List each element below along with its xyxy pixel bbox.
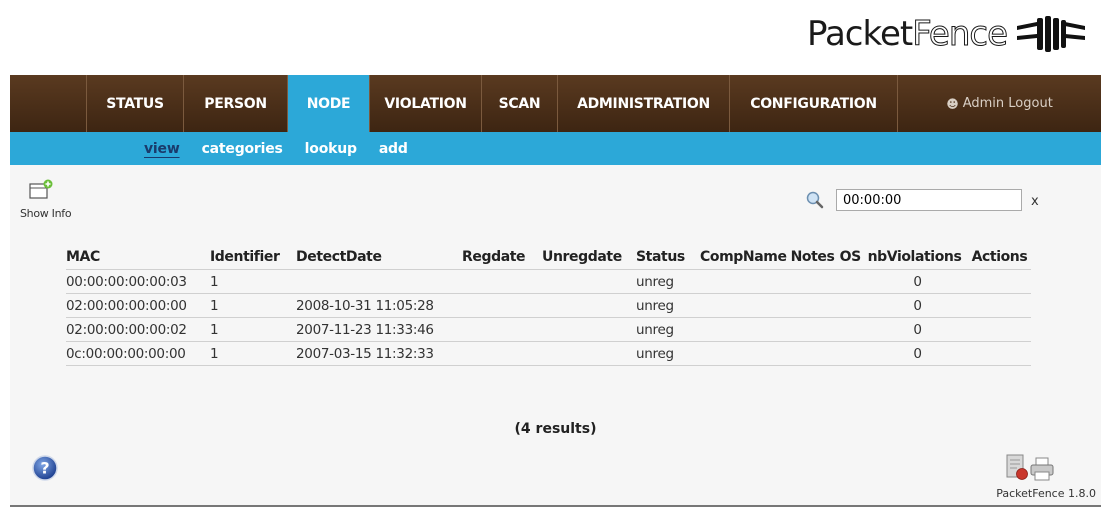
column-header-mac[interactable]: MAC: [66, 245, 210, 270]
cell-regdate: [462, 293, 542, 318]
subnav-lookup[interactable]: lookup: [305, 141, 357, 157]
main-nav: STATUS PERSON NODE VIOLATION SCAN ADMINI…: [10, 75, 1101, 132]
cell-identifier: 1: [210, 293, 296, 318]
table-row[interactable]: 00:00:00:00:00:03 1 unreg 0: [66, 269, 1032, 294]
cell-identifier: 1: [210, 317, 296, 342]
nav-node[interactable]: NODE: [288, 75, 370, 132]
column-header-identifier[interactable]: Identifier: [210, 245, 296, 270]
results-count: (4 results): [514, 421, 597, 437]
column-header-regdate[interactable]: Regdate: [462, 245, 542, 270]
cell-regdate: [462, 341, 542, 366]
cell-unregdate: [542, 317, 636, 342]
user-icon: ☻: [946, 96, 959, 111]
cell-unregdate: [542, 293, 636, 318]
cell-nbviolations: 0: [867, 317, 972, 342]
logo-text-bold: Packet: [806, 14, 913, 54]
cell-identifier: 1: [210, 341, 296, 366]
cell-detectdate: 2007-11-23 11:33:46: [296, 317, 462, 342]
cell-detectdate: [296, 269, 462, 294]
column-header-os[interactable]: OS: [840, 245, 868, 270]
svg-text:?: ?: [40, 459, 49, 478]
admin-logout-link[interactable]: ☻ Admin Logout: [898, 75, 1101, 132]
sub-nav: view categories lookup add: [10, 132, 1101, 165]
cell-regdate: [462, 317, 542, 342]
table-header-row: MAC Identifier DetectDate Regdate Unregd…: [66, 245, 1031, 270]
cell-nbviolations: 0: [867, 341, 972, 366]
content-panel: Show Info x MAC Identifier DetectDate Re…: [10, 165, 1101, 507]
column-header-nbviolations[interactable]: nbViolations: [868, 245, 972, 270]
search-input[interactable]: [836, 189, 1022, 211]
cell-notes: [790, 293, 840, 318]
cell-unregdate: [542, 341, 636, 366]
cell-nbviolations: 0: [867, 293, 972, 318]
table-row[interactable]: 02:00:00:00:00:00 1 2008-10-31 11:05:28 …: [66, 293, 1032, 318]
cell-mac[interactable]: 0c:00:00:00:00:00: [66, 341, 210, 366]
subnav-categories[interactable]: categories: [202, 141, 283, 157]
nav-configuration[interactable]: CONFIGURATION: [730, 75, 898, 132]
help-icon[interactable]: ?: [32, 455, 58, 481]
cell-actions: [971, 317, 1032, 342]
cell-detectdate: 2007-03-15 11:32:33: [296, 341, 462, 366]
cell-os: [839, 341, 868, 366]
cell-actions: [971, 341, 1032, 366]
nav-spacer: [10, 75, 87, 132]
column-header-actions[interactable]: Actions: [972, 245, 1032, 270]
cell-compname: [700, 269, 791, 294]
footer-icons: [1005, 453, 1055, 481]
logo-mark-icon: [1017, 16, 1085, 52]
nav-violation[interactable]: VIOLATION: [370, 75, 482, 132]
cell-nbviolations: 0: [867, 269, 972, 294]
cell-os: [839, 269, 868, 294]
cell-os: [839, 293, 868, 318]
packetfence-logo: PacketFence: [807, 6, 1087, 62]
logo-text-light: Fence: [912, 14, 1009, 55]
export-icon[interactable]: [1005, 453, 1029, 481]
cell-mac[interactable]: 02:00:00:00:00:00: [66, 293, 210, 318]
nav-scan[interactable]: SCAN: [482, 75, 558, 132]
nav-administration[interactable]: ADMINISTRATION: [558, 75, 730, 132]
cell-compname: [700, 293, 791, 318]
cell-compname: [700, 341, 791, 366]
cell-unregdate: [542, 269, 636, 294]
cell-status: unreg: [636, 293, 700, 318]
version-label: PacketFence 1.8.0: [996, 487, 1096, 500]
admin-logout-label: Admin Logout: [962, 96, 1053, 111]
column-header-status[interactable]: Status: [636, 245, 700, 270]
subnav-view[interactable]: view: [144, 141, 180, 157]
nav-status[interactable]: STATUS: [87, 75, 184, 132]
show-info-button[interactable]: Show Info: [20, 179, 90, 220]
cell-actions: [971, 293, 1032, 318]
nav-person[interactable]: PERSON: [184, 75, 288, 132]
printer-icon[interactable]: [1029, 457, 1055, 481]
nodes-table: MAC Identifier DetectDate Regdate Unregd…: [66, 245, 1032, 366]
column-header-detectdate[interactable]: DetectDate: [296, 245, 462, 270]
search-area: [806, 189, 1022, 211]
cell-detectdate: 2008-10-31 11:05:28: [296, 293, 462, 318]
cell-regdate: [462, 269, 542, 294]
column-header-compname[interactable]: CompName: [700, 245, 791, 270]
cell-identifier: 1: [210, 269, 296, 294]
cell-status: unreg: [636, 341, 700, 366]
cell-mac[interactable]: 02:00:00:00:00:02: [66, 317, 210, 342]
column-header-notes[interactable]: Notes: [791, 245, 840, 270]
search-icon[interactable]: [806, 191, 824, 209]
cell-notes: [790, 317, 840, 342]
subnav-add[interactable]: add: [379, 141, 408, 157]
column-header-unregdate[interactable]: Unregdate: [542, 245, 636, 270]
cell-notes: [790, 269, 840, 294]
table-row[interactable]: 0c:00:00:00:00:00 1 2007-03-15 11:32:33 …: [66, 341, 1032, 366]
show-info-label: Show Info: [20, 207, 72, 220]
cell-os: [839, 317, 868, 342]
cell-actions: [971, 269, 1032, 294]
cell-compname: [700, 317, 791, 342]
show-info-icon: [29, 179, 53, 199]
cell-status: unreg: [636, 269, 700, 294]
table-row[interactable]: 02:00:00:00:00:02 1 2007-11-23 11:33:46 …: [66, 317, 1032, 342]
cell-status: unreg: [636, 317, 700, 342]
header: PacketFence: [0, 0, 1111, 72]
cell-notes: [790, 341, 840, 366]
clear-search-button[interactable]: x: [1031, 194, 1039, 209]
cell-mac[interactable]: 00:00:00:00:00:03: [66, 269, 210, 294]
